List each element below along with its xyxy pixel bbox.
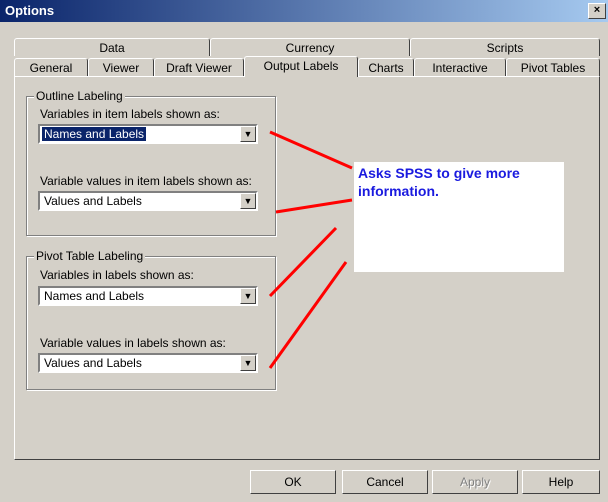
annotation-line bbox=[269, 130, 353, 170]
annotation-line bbox=[268, 226, 338, 298]
help-button[interactable]: Help bbox=[522, 470, 600, 494]
ok-button[interactable]: OK bbox=[250, 470, 336, 494]
cancel-button[interactable]: Cancel bbox=[342, 470, 428, 494]
tab-output-labels[interactable]: Output Labels bbox=[244, 56, 358, 77]
apply-button[interactable]: Apply bbox=[432, 470, 518, 494]
annotation-line bbox=[275, 198, 353, 214]
annotation-line bbox=[268, 261, 348, 369]
